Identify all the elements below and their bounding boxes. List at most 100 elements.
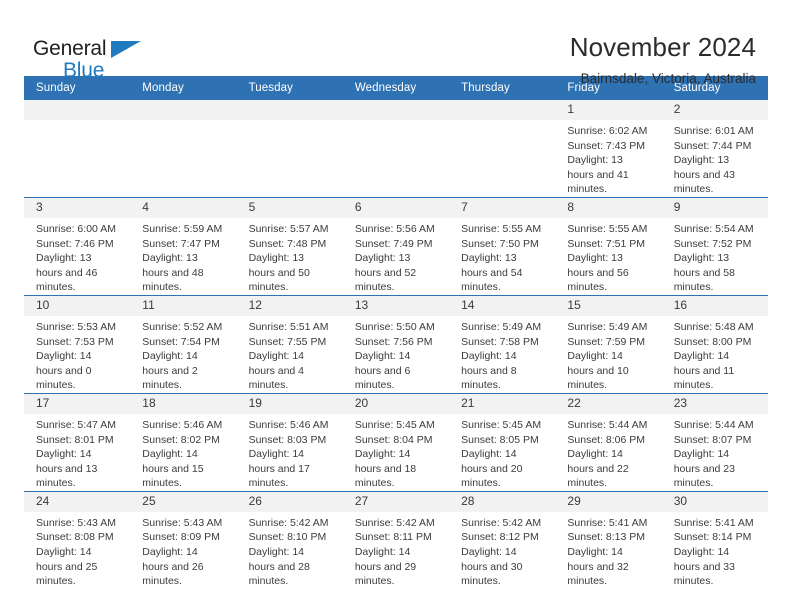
calendar-day-cell[interactable]: 29 Sunrise: 5:41 AM Sunset: 8:13 PM Dayligh… (555, 490, 662, 589)
sunrise-text: Sunrise: 5:56 AM (354, 222, 435, 235)
calendar-day-cell[interactable]: 10 Sunrise: 5:53 AM Sunset: 7:53 PM Dayligh… (24, 294, 131, 394)
sunset-text: Sunset: 7:58 PM (461, 335, 539, 348)
calendar-day-cell[interactable]: 15 Sunrise: 5:49 AM Sunset: 7:59 PM Dayligh… (555, 294, 662, 394)
calendar-day-cell[interactable]: 4 Sunrise: 5:59 AM Sunset: 7:47 PM Daylight… (130, 196, 237, 296)
calendar-week-row: 3 Sunrise: 6:00 AM Sunset: 7:46 PM Daylight… (24, 196, 768, 296)
day-sun-info: Sunrise: 5:42 AM Sunset: 8:10 PM Daylight:… (237, 512, 343, 589)
daylight-text: Daylight: 14 hours and 25 minutes. (36, 546, 98, 588)
day-sun-info: Sunrise: 5:42 AM Sunset: 8:11 PM Daylight:… (343, 512, 449, 589)
day-number (342, 100, 450, 120)
calendar-day-cell-empty (449, 100, 556, 198)
sunset-text: Sunset: 8:13 PM (567, 531, 646, 544)
calendar-day-cell[interactable]: 13 Sunrise: 5:50 AM Sunset: 7:56 PM Dayligh… (342, 294, 450, 394)
calendar-day-cell-empty (236, 100, 343, 198)
day-sun-info: Sunrise: 5:48 AM Sunset: 8:00 PM Daylight:… (662, 316, 768, 393)
calendar-day-cell[interactable]: 23 Sunrise: 5:44 AM Sunset: 8:07 PM Dayligh… (661, 392, 768, 492)
calendar-day-cell[interactable]: 18 Sunrise: 5:46 AM Sunset: 8:02 PM Dayligh… (130, 392, 237, 492)
logo-word-blue: Blue (63, 59, 105, 82)
day-number (130, 100, 237, 120)
day-sun-info: Sunrise: 5:41 AM Sunset: 8:14 PM Daylight:… (662, 512, 768, 589)
calendar-day-cell[interactable]: 7 Sunrise: 5:55 AM Sunset: 7:50 PM Daylight… (449, 196, 556, 296)
calendar-day-cell[interactable]: 8 Sunrise: 5:55 AM Sunset: 7:51 PM Daylight… (555, 196, 662, 296)
sunset-text: Sunset: 8:04 PM (354, 433, 433, 446)
sunrise-text: Sunrise: 5:49 AM (461, 320, 542, 333)
sunrise-text: Sunrise: 5:51 AM (248, 320, 329, 333)
sunset-text: Sunset: 8:01 PM (36, 433, 114, 446)
sunrise-text: Sunrise: 5:55 AM (461, 222, 542, 235)
calendar-day-cell[interactable]: 6 Sunrise: 5:56 AM Sunset: 7:49 PM Daylight… (342, 196, 450, 296)
daylight-text: Daylight: 13 hours and 41 minutes. (567, 154, 629, 196)
calendar-day-cell[interactable]: 2 Sunrise: 6:01 AM Sunset: 7:44 PM Daylight… (661, 100, 768, 198)
day-number: 17 (24, 393, 131, 414)
daylight-text: Daylight: 13 hours and 56 minutes. (567, 252, 629, 294)
calendar-day-cell[interactable]: 20 Sunrise: 5:45 AM Sunset: 8:04 PM Dayligh… (342, 392, 450, 492)
day-number: 10 (24, 295, 131, 316)
sunrise-text: Sunrise: 5:53 AM (36, 320, 116, 333)
sunset-text: Sunset: 8:02 PM (142, 433, 220, 446)
calendar-day-cell[interactable]: 12 Sunrise: 5:51 AM Sunset: 7:55 PM Dayligh… (236, 294, 343, 394)
calendar-day-cell[interactable]: 22 Sunrise: 5:44 AM Sunset: 8:06 PM Dayligh… (555, 392, 662, 492)
day-number: 29 (555, 491, 662, 512)
sunrise-text: Sunrise: 5:41 AM (673, 516, 754, 529)
calendar-day-cell[interactable]: 27 Sunrise: 5:42 AM Sunset: 8:11 PM Dayligh… (342, 490, 450, 589)
calendar-day-cell[interactable]: 16 Sunrise: 5:48 AM Sunset: 8:00 PM Dayligh… (661, 294, 768, 394)
sunset-text: Sunset: 8:07 PM (673, 433, 752, 446)
calendar-day-cell[interactable]: 11 Sunrise: 5:52 AM Sunset: 7:54 PM Dayligh… (130, 294, 237, 394)
calendar-day-cell[interactable]: 3 Sunrise: 6:00 AM Sunset: 7:46 PM Daylight… (24, 196, 131, 296)
sunset-text: Sunset: 8:06 PM (567, 433, 646, 446)
calendar-day-cell[interactable]: 9 Sunrise: 5:54 AM Sunset: 7:52 PM Daylight… (661, 196, 768, 296)
day-sun-info: Sunrise: 5:52 AM Sunset: 7:54 PM Daylight:… (130, 316, 236, 393)
sunset-text: Sunset: 8:11 PM (354, 531, 432, 544)
day-sun-info: Sunrise: 5:42 AM Sunset: 8:12 PM Daylight:… (449, 512, 555, 589)
sunset-text: Sunset: 7:59 PM (567, 335, 646, 348)
calendar-week-row: 17 Sunrise: 5:47 AM Sunset: 8:01 PM Dayligh… (24, 392, 768, 492)
day-number: 9 (661, 197, 768, 218)
calendar-day-cell-empty (130, 100, 237, 198)
calendar-day-cell[interactable]: 30 Sunrise: 5:41 AM Sunset: 8:14 PM Dayligh… (661, 490, 768, 589)
sunset-text: Sunset: 7:51 PM (567, 237, 646, 250)
daylight-text: Daylight: 14 hours and 6 minutes. (354, 350, 411, 392)
calendar-day-cell[interactable]: 19 Sunrise: 5:46 AM Sunset: 8:03 PM Dayligh… (236, 392, 343, 492)
daylight-text: Daylight: 13 hours and 46 minutes. (36, 252, 98, 294)
sunrise-text: Sunrise: 5:42 AM (248, 516, 329, 529)
calendar-week-row: 10 Sunrise: 5:53 AM Sunset: 7:53 PM Dayligh… (24, 294, 768, 394)
calendar-day-cell[interactable]: 24 Sunrise: 5:43 AM Sunset: 8:08 PM Dayligh… (24, 490, 131, 589)
day-sun-info: Sunrise: 5:51 AM Sunset: 7:55 PM Daylight:… (237, 316, 343, 393)
calendar-day-cell[interactable]: 14 Sunrise: 5:49 AM Sunset: 7:58 PM Dayligh… (449, 294, 556, 394)
daylight-text: Daylight: 14 hours and 0 minutes. (36, 350, 92, 392)
day-number: 25 (130, 491, 237, 512)
sunrise-text: Sunrise: 5:59 AM (142, 222, 223, 235)
day-number: 12 (236, 295, 343, 316)
calendar-body: 1 Sunrise: 6:02 AM Sunset: 7:43 PM Daylight… (24, 100, 768, 589)
calendar-day-cell[interactable]: 28 Sunrise: 5:42 AM Sunset: 8:12 PM Dayligh… (449, 490, 556, 589)
day-sun-info: Sunrise: 5:45 AM Sunset: 8:04 PM Daylight:… (343, 414, 449, 491)
sunset-text: Sunset: 7:50 PM (461, 237, 539, 250)
sunset-text: Sunset: 8:10 PM (248, 531, 327, 544)
sunrise-text: Sunrise: 5:57 AM (248, 222, 329, 235)
day-number: 14 (449, 295, 556, 316)
calendar-wrapper: Sunday Monday Tuesday Wednesday Thursday… (0, 76, 792, 589)
day-sun-info: Sunrise: 5:46 AM Sunset: 8:02 PM Daylight:… (130, 414, 236, 491)
day-number: 11 (130, 295, 237, 316)
daylight-text: Daylight: 13 hours and 52 minutes. (354, 252, 417, 294)
sunrise-text: Sunrise: 5:52 AM (142, 320, 223, 333)
calendar-day-cell[interactable]: 26 Sunrise: 5:42 AM Sunset: 8:10 PM Dayligh… (236, 490, 343, 589)
calendar-day-cell[interactable]: 17 Sunrise: 5:47 AM Sunset: 8:01 PM Dayligh… (24, 392, 131, 492)
day-number: 30 (661, 491, 768, 512)
sunset-text: Sunset: 8:03 PM (248, 433, 327, 446)
calendar-day-cell[interactable]: 1 Sunrise: 6:02 AM Sunset: 7:43 PM Daylight… (555, 100, 662, 198)
day-number: 27 (342, 491, 450, 512)
day-sun-info: Sunrise: 5:54 AM Sunset: 7:52 PM Daylight:… (662, 218, 768, 295)
day-number: 26 (236, 491, 343, 512)
calendar-day-cell[interactable]: 21 Sunrise: 5:45 AM Sunset: 8:05 PM Dayligh… (449, 392, 556, 492)
sunrise-text: Sunrise: 5:42 AM (461, 516, 542, 529)
calendar-day-cell[interactable]: 5 Sunrise: 5:57 AM Sunset: 7:48 PM Daylight… (236, 196, 343, 296)
sunset-text: Sunset: 8:00 PM (673, 335, 752, 348)
daylight-text: Daylight: 14 hours and 29 minutes. (354, 546, 417, 588)
general-blue-logo[interactable]: General Blue (33, 38, 148, 82)
sunrise-text: Sunrise: 6:01 AM (673, 125, 754, 137)
calendar-day-cell[interactable]: 25 Sunrise: 5:43 AM Sunset: 8:09 PM Dayligh… (130, 490, 237, 589)
title-block: November 2024 Bairnsdale, Victoria, Aust… (570, 30, 756, 89)
sunrise-text: Sunrise: 5:45 AM (461, 418, 542, 431)
sunset-text: Sunset: 7:47 PM (142, 237, 220, 250)
